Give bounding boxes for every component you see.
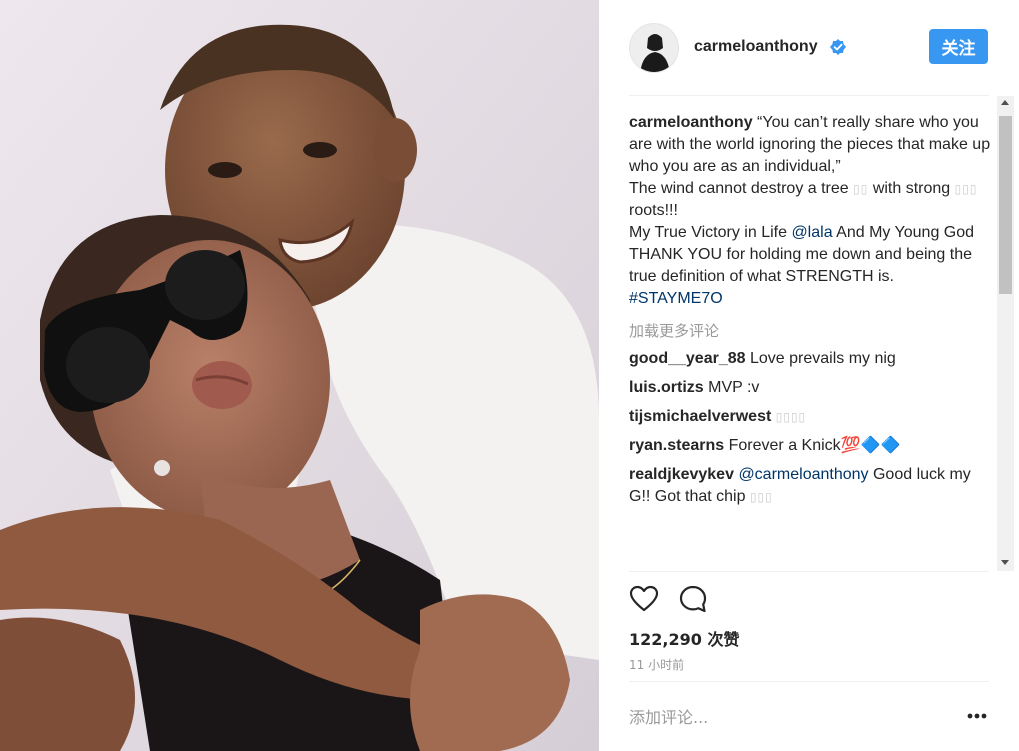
comment-item: realdjkevykev @carmeloanthony Good luck …	[629, 464, 991, 508]
mention-link[interactable]: @lala	[791, 224, 832, 241]
avatar[interactable]	[629, 23, 679, 73]
emoji-placeholder-icon: ▯▯▯▯	[775, 410, 807, 424]
actions-divider	[629, 571, 989, 572]
header-username[interactable]: carmeloanthony	[694, 38, 818, 56]
follow-button[interactable]: 关注	[929, 29, 988, 64]
caption: carmeloanthony “You can’t really share w…	[629, 112, 991, 310]
caption-text-2: The wind cannot destroy a tree	[629, 180, 849, 197]
scrollbar-thumb[interactable]	[999, 116, 1012, 294]
post-header: carmeloanthony 关注	[599, 0, 1019, 96]
more-options-icon[interactable]	[965, 706, 989, 726]
avatar-image	[630, 24, 678, 72]
comment-text: Love prevails my nig	[749, 350, 896, 367]
likes-count[interactable]: 122,290 次赞	[629, 626, 739, 650]
comment-text: Forever a Knick💯🔷🔷	[728, 437, 901, 454]
input-divider	[629, 681, 989, 682]
comment-item: luis.ortizs MVP :v	[629, 377, 991, 399]
caption-text-7: THANK YOU for holding me down and being …	[629, 246, 973, 285]
load-more-comments-link[interactable]: 加载更多评论	[629, 320, 991, 342]
add-comment-input[interactable]	[629, 700, 949, 734]
comment-item: tijsmichaelverwest ▯▯▯▯	[629, 406, 991, 428]
post-sidebar: carmeloanthony 关注 carmeloanthony “You ca…	[599, 0, 1019, 751]
comment-username[interactable]: tijsmichaelverwest	[629, 408, 771, 425]
comment-username[interactable]: luis.ortizs	[629, 379, 704, 396]
comment-item: ryan.stearns Forever a Knick💯🔷🔷	[629, 435, 991, 457]
comment-username[interactable]: good__year_88	[629, 350, 746, 367]
post-photo	[0, 0, 599, 751]
emoji-placeholder-icon: ▯▯	[853, 182, 869, 196]
emoji-placeholder-icon: ▯▯▯	[954, 182, 978, 196]
header-divider	[629, 95, 989, 96]
comment-username[interactable]: ryan.stearns	[629, 437, 724, 454]
caption-text-3: with strong	[872, 180, 951, 197]
photo-illustration	[0, 0, 599, 751]
post-timestamp[interactable]: 11 小时前	[629, 656, 684, 673]
comment-text: MVP :v	[708, 379, 760, 396]
emoji-placeholder-icon: ▯▯▯	[749, 490, 773, 504]
hashtag-link[interactable]: #STAYME7O	[629, 290, 723, 307]
comment-username[interactable]: realdjkevykev	[629, 466, 734, 483]
verified-badge-icon	[830, 39, 846, 55]
comment-item: good__year_88 Love prevails my nig	[629, 348, 991, 370]
comments-list[interactable]: carmeloanthony “You can’t really share w…	[629, 112, 991, 572]
caption-text-5: My True Victory in Life	[629, 224, 787, 241]
comments-scrollbar[interactable]	[997, 96, 1014, 571]
scroll-down-arrow-icon[interactable]	[1001, 560, 1009, 565]
comment-bubble-icon[interactable]	[678, 584, 708, 614]
mention-link[interactable]: @carmeloanthony	[738, 466, 868, 483]
caption-text-6: And My Young God	[836, 224, 975, 241]
caption-text-4: roots!!!	[629, 202, 678, 219]
caption-username[interactable]: carmeloanthony	[629, 114, 753, 131]
like-heart-icon[interactable]	[629, 584, 659, 614]
scroll-up-arrow-icon[interactable]	[1001, 100, 1009, 105]
